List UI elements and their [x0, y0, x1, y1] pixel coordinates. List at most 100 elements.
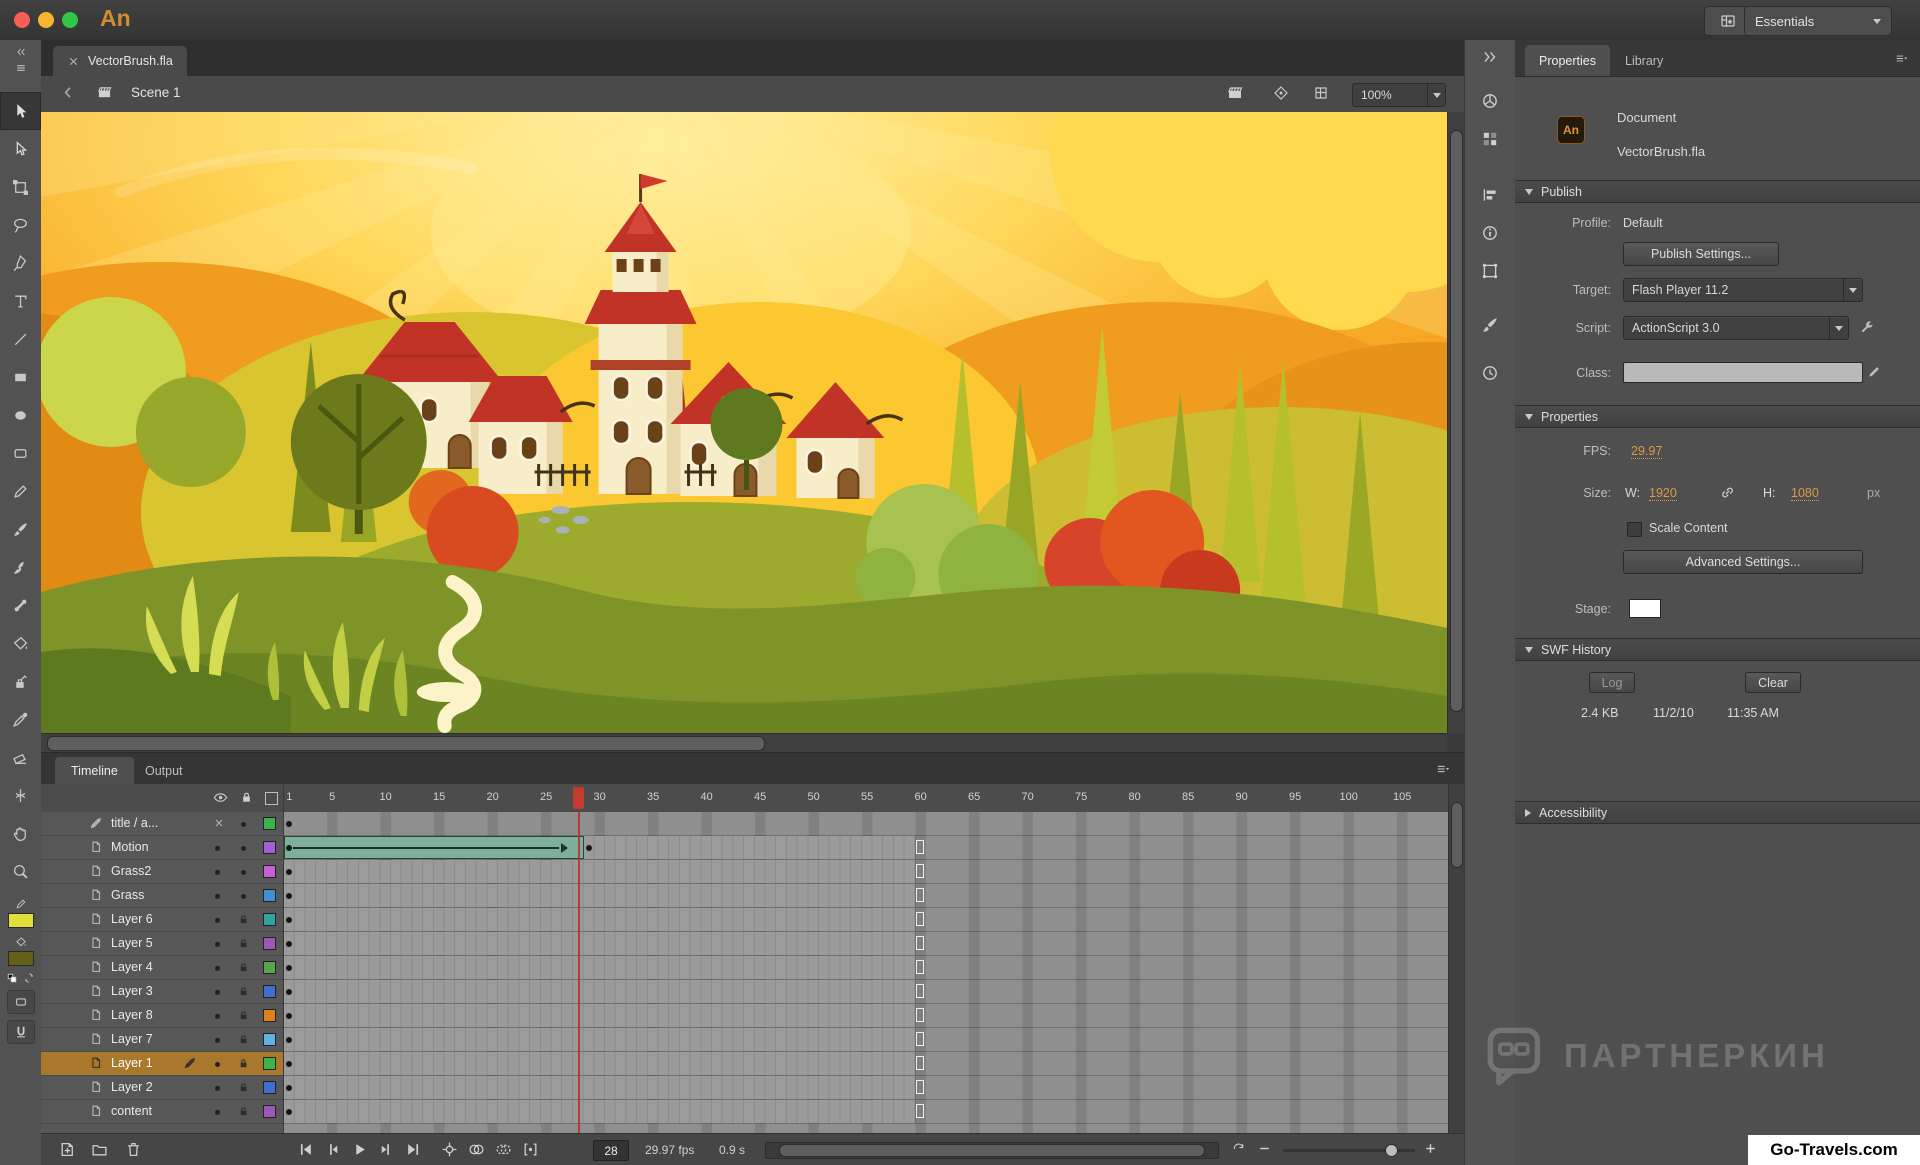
properties-panel-menu-icon[interactable]: [1895, 52, 1908, 65]
frame-span[interactable]: [284, 956, 916, 979]
tool-rectangle[interactable]: [0, 358, 41, 396]
layer-lock-icon[interactable]: [237, 1081, 250, 1094]
layer-visibility-dot[interactable]: [215, 1014, 220, 1019]
layer-outline-color[interactable]: [263, 841, 276, 854]
frame-span[interactable]: [284, 980, 916, 1003]
layer-visibility-dot[interactable]: [215, 870, 220, 875]
collapse-tools-icon[interactable]: [0, 46, 41, 58]
layer-visibility-dot[interactable]: [215, 942, 220, 947]
scrollbar-thumb[interactable]: [1451, 802, 1463, 868]
tool-zoom[interactable]: [0, 852, 41, 890]
back-arrow-icon[interactable]: [61, 85, 76, 100]
layer-lock-dot[interactable]: [241, 822, 246, 827]
dock-brush-library-icon[interactable]: [1465, 316, 1515, 334]
class-input[interactable]: [1623, 362, 1863, 383]
layer-outline-color[interactable]: [263, 889, 276, 902]
frame-span[interactable]: [284, 1100, 916, 1123]
stage-vertical-scrollbar[interactable]: [1447, 112, 1465, 733]
tool-subselection[interactable]: [0, 130, 41, 168]
script-dropdown[interactable]: ActionScript 3.0: [1623, 316, 1849, 340]
playhead-marker[interactable]: [573, 787, 584, 809]
current-frame-indicator[interactable]: 28: [593, 1140, 629, 1161]
script-settings-wrench-icon[interactable]: [1859, 320, 1875, 336]
layer-visibility-dot[interactable]: [215, 918, 220, 923]
layer-visibility-dot[interactable]: [215, 966, 220, 971]
dock-history-icon[interactable]: [1465, 364, 1515, 382]
width-value[interactable]: 1920: [1649, 486, 1677, 501]
onion-skin-outlines-button[interactable]: [495, 1141, 512, 1158]
layer-outline-color[interactable]: [263, 865, 276, 878]
layer-row-layer-4[interactable]: Layer 4: [41, 956, 283, 980]
layer-visibility-dot[interactable]: [215, 990, 220, 995]
dock-transform-icon[interactable]: [1465, 262, 1515, 280]
timeline-ruler[interactable]: 1510152025303540455055606570758085909510…: [283, 784, 1449, 813]
close-window-button[interactable]: [14, 12, 30, 28]
outline-all-layers-icon[interactable]: [265, 792, 278, 805]
layer-row-layer-2[interactable]: Layer 2: [41, 1076, 283, 1100]
edit-symbols-button[interactable]: [1273, 85, 1289, 101]
keyframe[interactable]: [586, 845, 592, 851]
layer-outline-color[interactable]: [263, 1033, 276, 1046]
zoom-dropdown-arrow[interactable]: [1427, 84, 1445, 106]
tab-timeline[interactable]: Timeline: [55, 757, 134, 785]
tool-pencil[interactable]: [0, 472, 41, 510]
tab-library[interactable]: Library: [1611, 45, 1677, 76]
zoom-window-button[interactable]: [62, 12, 78, 28]
tool-ink-bottle[interactable]: [0, 662, 41, 700]
layer-row-layer-3[interactable]: Layer 3: [41, 980, 283, 1004]
layer-outline-color[interactable]: [263, 961, 276, 974]
tool-bone[interactable]: [0, 586, 41, 624]
tools-menu-icon[interactable]: [0, 62, 41, 74]
stage-color-swatch[interactable]: [1629, 599, 1661, 618]
layer-lock-icon[interactable]: [237, 1057, 250, 1070]
timeline-vertical-scrollbar[interactable]: [1448, 784, 1465, 1133]
tool-lasso[interactable]: [0, 206, 41, 244]
layer-visibility-dot[interactable]: [215, 1062, 220, 1067]
layer-lock-icon[interactable]: [237, 961, 250, 974]
edit-multiple-frames-button[interactable]: [522, 1141, 539, 1158]
tool-paint-brush[interactable]: [0, 548, 41, 586]
tool-pen[interactable]: [0, 244, 41, 282]
layer-lock-dot[interactable]: [241, 894, 246, 899]
tool-selection[interactable]: [0, 92, 41, 130]
tool-option-snap[interactable]: [7, 1020, 35, 1044]
layer-row-layer-5[interactable]: Layer 5: [41, 932, 283, 956]
accessibility-section-header[interactable]: Accessibility: [1515, 801, 1920, 824]
loop-playback-button[interactable]: [1231, 1141, 1246, 1156]
stage[interactable]: [41, 112, 1447, 733]
layer-outline-color[interactable]: [263, 985, 276, 998]
edit-class-pencil-icon[interactable]: [1867, 364, 1882, 379]
lock-all-layers-icon[interactable]: [239, 790, 254, 805]
step-back-button[interactable]: [324, 1141, 341, 1158]
tool-width[interactable]: [0, 776, 41, 814]
layer-visibility-dot[interactable]: [215, 1110, 220, 1115]
tool-paint-bucket[interactable]: [0, 624, 41, 662]
layer-visibility-dot[interactable]: [215, 1038, 220, 1043]
advanced-settings-button[interactable]: Advanced Settings...: [1623, 550, 1863, 574]
scrollbar-thumb[interactable]: [779, 1144, 1205, 1157]
layer-row-layer-8[interactable]: Layer 8: [41, 1004, 283, 1028]
step-forward-button[interactable]: [378, 1141, 395, 1158]
tool-eraser[interactable]: [0, 738, 41, 776]
scale-content-checkbox[interactable]: [1627, 522, 1642, 537]
tool-hand[interactable]: [0, 814, 41, 852]
publish-section-header[interactable]: Publish: [1515, 180, 1920, 203]
log-button[interactable]: Log: [1589, 672, 1635, 693]
stage-zoom-control[interactable]: 100%: [1352, 83, 1446, 107]
fill-color-swatch[interactable]: [8, 951, 34, 966]
frame-span[interactable]: [284, 1076, 916, 1099]
layer-lock-dot[interactable]: [241, 870, 246, 875]
show-hide-all-layers-icon[interactable]: [213, 790, 228, 805]
layer-outline-color[interactable]: [263, 1081, 276, 1094]
layer-hidden-icon[interactable]: [213, 817, 225, 829]
document-tab[interactable]: VectorBrush.fla: [53, 46, 187, 76]
layer-row-layer-1[interactable]: Layer 1: [41, 1052, 283, 1076]
tool-oval[interactable]: [0, 396, 41, 434]
tool-option-object-drawing[interactable]: [7, 990, 35, 1014]
link-dimensions-icon[interactable]: [1719, 484, 1736, 501]
frame-span[interactable]: [284, 860, 916, 883]
layer-visibility-dot[interactable]: [215, 894, 220, 899]
fps-value[interactable]: 29.97: [1631, 444, 1662, 459]
layer-lock-icon[interactable]: [237, 1009, 250, 1022]
edit-scene-button[interactable]: [1227, 85, 1243, 101]
